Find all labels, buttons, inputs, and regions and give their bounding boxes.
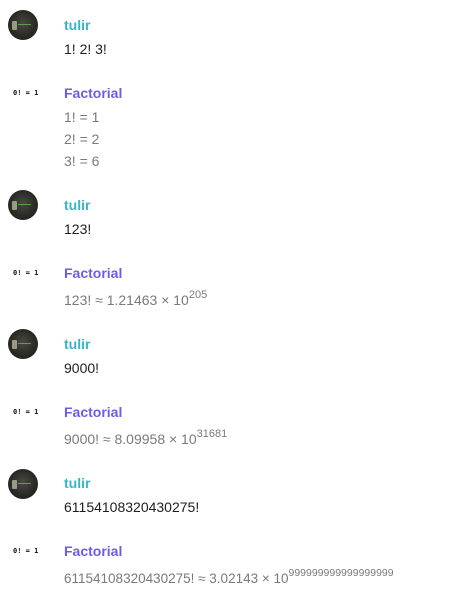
message-text: 1! 2! 3! [64,41,107,57]
bot-avatar[interactable]: 0! = 1 [13,268,38,278]
user-avatar[interactable] [8,469,38,499]
sender-name[interactable]: tulir [64,16,90,34]
approx-exponent: 999999999999999999 [288,567,394,579]
sender-name[interactable]: Factorial [64,542,122,560]
message-text: 123! ≈ 1.21463 × 10205 [64,289,207,311]
approx-exponent: 31681 [196,428,228,440]
message-text: 9000! ≈ 8.09958 × 1031681 [64,428,227,450]
approx-base: 9000! ≈ 8.09958 × 10 [64,431,197,447]
sender-name[interactable]: tulir [64,196,90,214]
bot-avatar[interactable]: 0! = 1 [13,546,38,556]
approx-base: 61154108320430275! ≈ 3.02143 × 10 [64,571,289,586]
sender-name[interactable]: tulir [64,474,90,492]
message-text: 123! [64,221,92,237]
bot-avatar[interactable]: 0! = 1 [13,88,38,98]
sender-name[interactable]: Factorial [64,84,122,102]
message-line: 1! = 1 [64,109,100,125]
message-line: 3! = 6 [64,153,100,169]
user-avatar[interactable] [8,10,38,40]
sender-name[interactable]: tulir [64,335,90,353]
approx-exponent: 205 [188,289,208,301]
user-avatar[interactable] [8,329,38,359]
message-line: 2! = 2 [64,131,100,147]
message-text: 61154108320430275! [64,499,200,515]
bot-avatar[interactable]: 0! = 1 [13,407,38,417]
sender-name[interactable]: Factorial [64,264,122,282]
message-text: 9000! [64,360,100,376]
approx-base: 123! ≈ 1.21463 × 10 [64,292,189,308]
sender-name[interactable]: Factorial [64,403,122,421]
message-text: 61154108320430275! ≈ 3.02143 × 109999999… [64,568,394,590]
user-avatar[interactable] [8,190,38,220]
